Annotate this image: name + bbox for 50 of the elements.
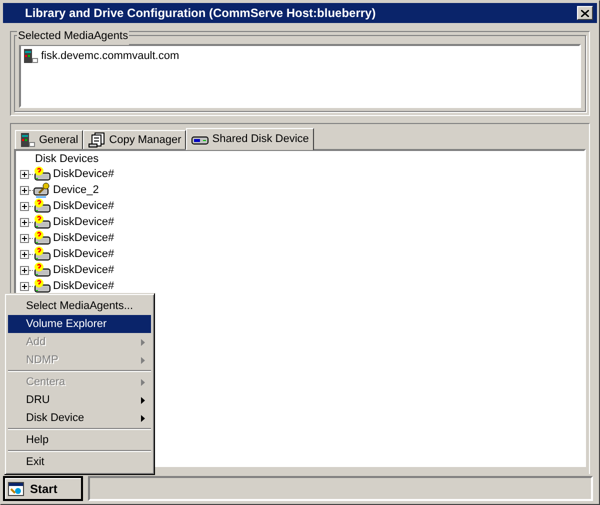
unknown-disk-icon [33,246,51,262]
tree-item[interactable]: DiskDevice# [53,246,114,262]
disk-drive-icon [191,134,210,146]
expand-icon[interactable] [20,234,29,242]
group-label: Selected MediaAgents [17,28,130,44]
tree-item[interactable]: DiskDevice# [53,214,114,230]
expand-icon[interactable] [20,218,29,226]
menu-item[interactable]: Disk Device [8,409,151,427]
media-agent-list[interactable]: fisk.devemc.commvault.com [19,44,581,108]
menu-item[interactable]: Exit [8,453,151,471]
tree-item[interactable]: DiskDevice# [53,198,114,214]
window-title: Library and Drive Configuration (CommServe Host:blueberry) [25,5,376,22]
menu-item[interactable]: Volume Explorer [8,315,151,333]
expand-icon[interactable] [20,170,29,178]
tree-item[interactable]: DiskDevice# [53,262,114,278]
tree-item[interactable]: DiskDevice# [53,230,114,246]
unknown-disk-icon [33,278,51,294]
tree-root[interactable]: Disk Devices [16,152,584,166]
start-button[interactable]: Start [3,476,83,501]
server-icon [23,48,39,64]
submenu-arrow-icon [141,396,145,404]
menu-item[interactable]: Help [8,431,151,449]
expand-icon[interactable] [20,250,29,258]
tab[interactable]: General [15,130,84,149]
unknown-disk-icon [33,166,51,182]
list-item[interactable]: fisk.devemc.commvault.com [41,48,180,64]
expand-icon[interactable] [20,282,29,290]
menu-item[interactable]: DRU [8,391,151,409]
disk-key-icon [33,182,51,198]
unknown-disk-icon [33,214,51,230]
server-icon [20,132,36,148]
expand-icon[interactable] [20,202,29,210]
submenu-arrow-icon [141,356,145,364]
expand-icon[interactable] [20,266,29,274]
submenu-arrow-icon [141,378,145,386]
tab[interactable]: Copy Manager [83,130,186,149]
submenu-arrow-icon [141,338,145,346]
start-icon [8,480,24,496]
tab[interactable]: Shared Disk Device [186,128,314,150]
unknown-disk-icon [33,230,51,246]
tree-item[interactable]: Device_2 [53,182,99,198]
unknown-disk-icon [33,198,51,214]
unknown-disk-icon [33,262,51,278]
menu-item[interactable]: Select MediaAgents... [8,297,151,315]
tree-item[interactable]: DiskDevice# [53,278,114,294]
close-icon [581,10,589,16]
tree-item[interactable]: DiskDevice# [53,166,114,182]
close-button[interactable] [577,6,593,20]
expand-icon[interactable] [20,186,29,194]
submenu-arrow-icon [141,414,145,422]
